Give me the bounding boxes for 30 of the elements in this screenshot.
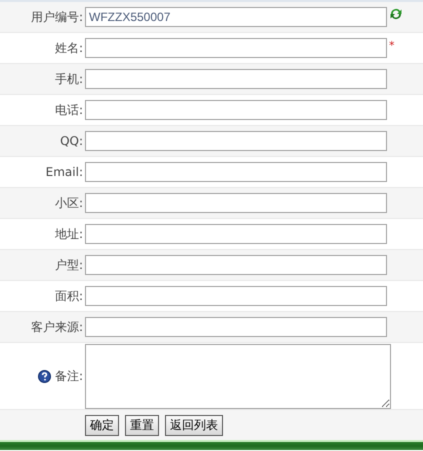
form-button[interactable]: 返回列表 bbox=[165, 414, 223, 436]
field-label: 备注: bbox=[54, 368, 83, 384]
input-field[interactable] bbox=[85, 100, 387, 120]
field-label: 姓名: bbox=[54, 40, 83, 56]
refresh-icon[interactable] bbox=[389, 7, 403, 21]
input-field[interactable] bbox=[85, 317, 387, 337]
field-label: 客户来源: bbox=[30, 318, 83, 336]
input-field[interactable]: WFZZX550007 bbox=[85, 7, 387, 27]
input-field[interactable] bbox=[85, 69, 387, 89]
input-field[interactable] bbox=[85, 38, 387, 58]
form-button[interactable]: 重置 bbox=[125, 414, 159, 436]
notes-field[interactable] bbox=[85, 344, 391, 408]
input-field[interactable] bbox=[85, 131, 387, 151]
field-label: 地址: bbox=[54, 226, 83, 242]
field-label: QQ: bbox=[60, 134, 83, 148]
input-field[interactable] bbox=[85, 255, 387, 275]
field-label: 小区: bbox=[54, 194, 83, 212]
field-label: 电话: bbox=[54, 102, 83, 118]
field-label: 用户编号: bbox=[30, 8, 83, 26]
input-field[interactable] bbox=[85, 286, 387, 306]
field-label: 手机: bbox=[54, 70, 83, 88]
input-field[interactable] bbox=[85, 224, 387, 244]
field-label: Email: bbox=[46, 165, 83, 179]
field-label: 户型: bbox=[54, 256, 83, 274]
form-button[interactable]: 确定 bbox=[85, 414, 119, 436]
required-mark: * bbox=[389, 39, 394, 52]
help-icon[interactable] bbox=[38, 370, 51, 382]
input-field[interactable] bbox=[85, 193, 387, 213]
field-label: 面积: bbox=[54, 288, 83, 304]
input-field[interactable] bbox=[85, 162, 387, 182]
